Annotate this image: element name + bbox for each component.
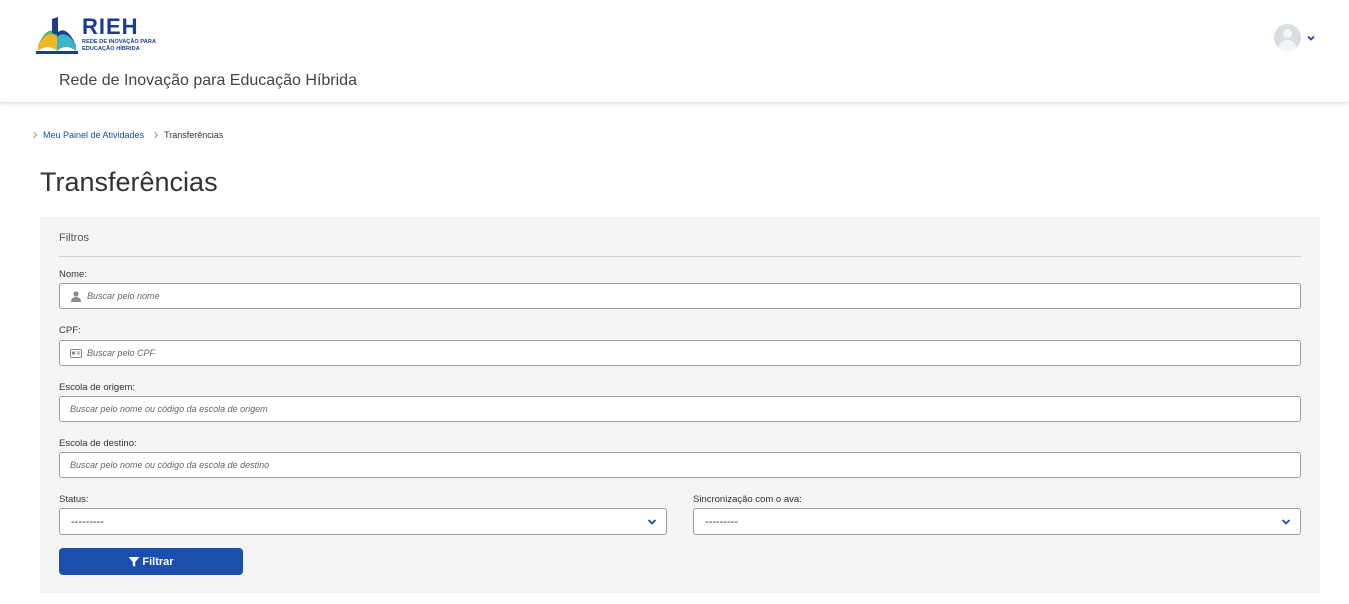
status-select[interactable]: --------- [59,508,667,535]
chevron-down-icon [647,519,657,525]
filter-icon [128,556,140,567]
escola-origem-placeholder: Buscar pelo nome ou código da escola de … [70,404,268,414]
filters-divider [59,256,1301,257]
sync-label: Sincronização com o ava: [693,494,802,505]
status-label: Status: [59,494,89,505]
user-menu-button[interactable] [1274,24,1316,51]
avatar-icon [1274,24,1301,51]
logo-subline-2: EDUCAÇÃO HÍBRIDA [82,46,140,52]
nome-input[interactable]: Buscar pelo nome [59,283,1301,309]
site-name: Rede de Inovação para Educação Híbrida [59,72,357,89]
escola-origem-label: Escola de origem: [59,382,136,393]
site-header: RIEH REDE DE INOVAÇÃO PARA EDUCAÇÃO HÍBR… [0,0,1349,103]
id-card-icon [70,348,82,358]
sync-selected-value: --------- [705,515,738,528]
breadcrumb: Meu Painel de Atividades Transferências [31,130,223,140]
chevron-right-icon [154,131,159,139]
logo-subline-1: REDE DE INOVAÇÃO PARA [82,39,157,45]
escola-origem-input[interactable]: Buscar pelo nome ou código da escola de … [59,396,1301,422]
logo-abbr: RIEH [82,14,139,39]
breadcrumb-current: Transferências [164,130,224,140]
filter-button-label: Filtrar [142,555,174,568]
filters-legend: Filtros [59,232,89,244]
page-title: Transferências [40,167,218,197]
cpf-placeholder: Buscar pelo CPF [87,348,156,358]
breadcrumb-link-dashboard[interactable]: Meu Painel de Atividades [43,130,144,140]
cpf-label: CPF: [59,325,81,336]
chevron-down-icon [1307,35,1315,41]
filter-button[interactable]: Filtrar [59,548,243,575]
escola-destino-label: Escola de destino: [59,438,137,449]
cpf-input[interactable]: Buscar pelo CPF [59,340,1301,366]
status-selected-value: --------- [71,515,104,528]
escola-destino-placeholder: Buscar pelo nome ou código da escola de … [70,460,270,470]
chevron-right-icon [33,131,38,139]
logo-book-icon [36,15,78,55]
nome-placeholder: Buscar pelo nome [87,291,160,301]
escola-destino-input[interactable]: Buscar pelo nome ou código da escola de … [59,452,1301,478]
chevron-down-icon [1281,519,1291,525]
user-icon [71,290,81,302]
filters-panel: Filtros Nome: Buscar pelo nome CPF: Busc… [40,217,1320,593]
sync-select[interactable]: --------- [693,508,1301,535]
nome-label: Nome: [59,269,87,280]
site-logo[interactable]: RIEH REDE DE INOVAÇÃO PARA EDUCAÇÃO HÍBR… [36,15,156,57]
